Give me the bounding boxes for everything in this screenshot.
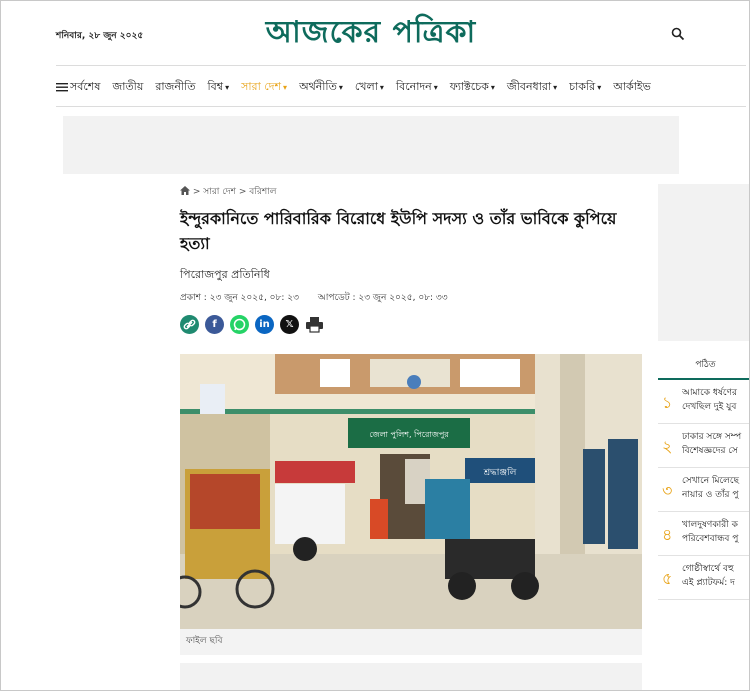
photo-banner-text: শ্রদ্ধাঞ্জলি: [483, 467, 517, 478]
chevron-down-icon: ▾: [433, 83, 438, 92]
most-read-item[interactable]: ২ ঢাকার সঙ্গে সম্প বিশেষজ্ঞদের সে: [658, 424, 749, 468]
share-bar: f in 𝕏: [180, 314, 330, 334]
most-read-line: গোষ্ঠীস্বার্থে বহু: [682, 564, 734, 574]
nav-item-label: জাতীয়: [112, 80, 144, 93]
most-read-panel: পঠিত ১ আমাকে ধর্ষণের দেখছিল দুই যুব ২ ঢাকার …: [658, 351, 749, 600]
most-read-line: দেখছিল দুই যুব: [682, 402, 737, 412]
nav-item-label: অর্থনীতি: [299, 80, 337, 93]
chevron-down-icon: ▾: [338, 83, 343, 92]
photo-sign-text: জেলা পুলিশ, পিরোজপুর: [369, 430, 449, 439]
search-icon[interactable]: [671, 27, 685, 41]
nav-item[interactable]: জাতীয়: [112, 78, 143, 97]
bottom-ad-slot: [180, 663, 642, 690]
most-read-headline: ঢাকার সঙ্গে সম্প বিশেষজ্ঞদের সে: [682, 430, 749, 458]
most-read-item[interactable]: ৩ সেখানে মিলেছে নায়ার ও তাঁর পু: [658, 468, 749, 512]
main-navigation: সর্বশেষ জাতীয় রাজনীতি বিশ্ব ▾ সারা দেশ ▾ অর্থন…: [56, 65, 746, 107]
photo-illustration: জেলা পুলিশ, পিরোজপুর শ্রদ্ধাঞ্জলি: [180, 354, 642, 629]
nav-item-label: সারা দেশ: [241, 80, 282, 93]
nav-item[interactable]: চাকরি ▾: [569, 78, 601, 97]
most-read-rank: ৩: [662, 481, 673, 500]
home-icon[interactable]: [180, 186, 190, 195]
nav-item-label: জীবনধারা: [506, 80, 552, 93]
chevron-down-icon: ▾: [283, 83, 288, 92]
nav-item-label: সর্বশেষ: [70, 80, 101, 93]
nav-item[interactable]: সারা দেশ ▾: [241, 78, 287, 97]
published-time: প্রকাশ : ২৩ জুন ২০২৫, ০৮: ২৩: [180, 293, 299, 303]
chevron-down-icon: ▾: [379, 83, 384, 92]
link-icon[interactable]: [180, 315, 199, 334]
nav-item-label: রাজনীতি: [155, 80, 196, 93]
header-date: শনিবার, ২৮ জুন ২০২৫: [56, 31, 144, 41]
most-read-list: ১ আমাকে ধর্ষণের দেখছিল দুই যুব ২ ঢাকার সঙ্গে…: [658, 380, 749, 600]
x-icon[interactable]: 𝕏: [280, 315, 299, 334]
most-read-line: ঢাকার সঙ্গে সম্প: [682, 432, 742, 442]
linkedin-icon[interactable]: in: [255, 315, 274, 334]
most-read-line: পরিবেশবান্ধব পু: [682, 534, 739, 544]
nav-item[interactable]: জীবনধারা ▾: [507, 78, 557, 97]
article-headline: ইন্দুরকানিতে পারিবারিক বিরোধে ইউপি সদস্য…: [180, 209, 617, 253]
print-icon[interactable]: [305, 315, 324, 334]
chevron-down-icon: ▾: [553, 83, 558, 92]
chevron-down-icon: ▾: [490, 83, 495, 92]
breadcrumb-subsection[interactable]: বরিশাল: [249, 187, 276, 197]
nav-item[interactable]: বিনোদন ▾: [396, 78, 438, 97]
most-read-rank: ৪: [662, 525, 673, 544]
right-ad-slot: [658, 184, 749, 341]
article-photo: জেলা পুলিশ, পিরোজপুর শ্রদ্ধাঞ্জলি: [180, 354, 642, 629]
nav-item[interactable]: সর্বশেষ: [56, 78, 100, 97]
nav-item-label: ফ্যাক্টচেক: [449, 80, 489, 93]
most-read-item[interactable]: ৪ খালদুষণকারী ক পরিবেশবান্ধব পু: [658, 512, 749, 556]
photo-caption: ফাইল ছবি: [180, 629, 642, 655]
menu-icon[interactable]: [56, 82, 68, 92]
updated-time: আপডেট : ২৩ জুন ২০২৫, ০৮: ৩৩: [317, 293, 448, 303]
nav-item-label: বিশ্ব: [207, 80, 224, 93]
nav-items: সর্বশেষ জাতীয় রাজনীতি বিশ্ব ▾ সারা দেশ ▾ অর্থন…: [56, 78, 663, 96]
most-read-headline: সেখানে মিলেছে নায়ার ও তাঁর পু: [682, 474, 749, 502]
most-read-line: বিশেষজ্ঞদের সে: [682, 446, 738, 456]
facebook-icon[interactable]: f: [205, 315, 224, 334]
most-read-item[interactable]: ৫ গোষ্ঠীস্বার্থে বহু এই প্ল্যাটফর্ম: দ: [658, 556, 749, 600]
nav-item[interactable]: অর্থনীতি ▾: [299, 78, 343, 97]
chevron-down-icon: ▾: [597, 83, 602, 92]
most-read-headline: আমাকে ধর্ষণের দেখছিল দুই যুব: [682, 386, 749, 414]
most-read-headline: খালদুষণকারী ক পরিবেশবান্ধব পু: [682, 518, 749, 546]
most-read-rank: ২: [662, 437, 673, 456]
nav-item-label: খেলা: [354, 80, 378, 93]
article-meta: প্রকাশ : ২৩ জুন ২০২৫, ০৮: ২৩ আপডেট : ২৩ …: [180, 290, 464, 305]
most-read-line: আমাকে ধর্ষণের: [682, 388, 737, 398]
most-read-line: সেখানে মিলেছে: [682, 476, 739, 486]
nav-item[interactable]: খেলা ▾: [355, 78, 384, 97]
nav-item[interactable]: বিশ্ব ▾: [208, 78, 230, 97]
most-read-line: খালদুষণকারী ক: [682, 520, 738, 530]
breadcrumb-sep: >: [238, 187, 247, 197]
most-read-item[interactable]: ১ আমাকে ধর্ষণের দেখছিল দুই যুব: [658, 380, 749, 424]
most-read-rank: ৫: [662, 569, 673, 588]
nav-item[interactable]: আর্কাইভ: [613, 78, 651, 97]
nav-item-label: আর্কাইভ: [613, 80, 651, 93]
page-frame: শনিবার, ২৮ জুন ২০২৫ আজকের পত্রিকা সর্বশে…: [0, 0, 750, 691]
nav-item[interactable]: ফ্যাক্টচেক ▾: [450, 78, 495, 97]
nav-item[interactable]: রাজনীতি: [155, 78, 195, 97]
most-read-title: পঠিত: [658, 351, 749, 380]
breadcrumb-section[interactable]: সারা দেশ: [203, 187, 236, 197]
breadcrumb: > সারা দেশ > বরিশাল: [180, 184, 276, 199]
most-read-headline: গোষ্ঠীস্বার্থে বহু এই প্ল্যাটফর্ম: দ: [682, 562, 749, 590]
article-byline: পিরোজপুর প্রতিনিধি: [180, 268, 270, 281]
site-logo[interactable]: আজকের পত্রিকা: [241, 13, 501, 53]
nav-item-label: বিনোদন: [395, 80, 432, 93]
chevron-down-icon: ▾: [225, 83, 230, 92]
most-read-line: এই প্ল্যাটফর্ম: দ: [682, 578, 735, 588]
nav-item-label: চাকরি: [569, 80, 596, 93]
breadcrumb-sep: >: [192, 187, 201, 197]
most-read-rank: ১: [662, 393, 673, 412]
whatsapp-icon[interactable]: [230, 315, 249, 334]
top-ad-slot: [63, 116, 679, 174]
most-read-line: নায়ার ও তাঁর পু: [682, 490, 739, 500]
